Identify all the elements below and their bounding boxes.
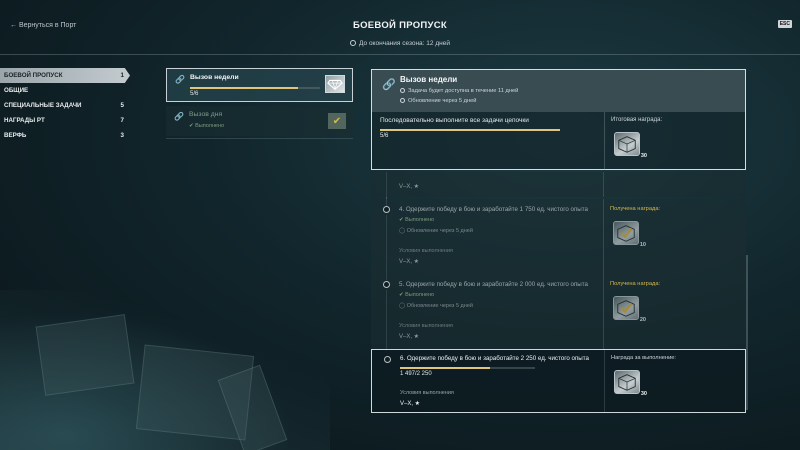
sidebar-item-special-tasks[interactable]: СПЕЦИАЛЬНЫЕ ЗАДАЧИ 5 [0,98,130,113]
reward-qty: 30 [640,391,647,397]
chain-description: Последовательно выполните все задачи цеп… [380,117,529,124]
sidebar: БОЕВОЙ ПРОПУСК 1 ОБЩИЕ СПЕЦИАЛЬНЫЕ ЗАДАЧ… [0,68,130,143]
detail-body: Последовательно выполните все задачи цеп… [372,112,745,170]
season-timer: До окончания сезона: 12 дней [0,40,800,47]
chain-progress-text: 5/6 [380,133,389,139]
daily-challenge-title: Вызов дня [189,111,223,118]
daily-status-text: Выполнено [195,123,225,129]
condition-label: Условия выполнения [399,323,453,329]
task-title: 4. Одержите победу в бою и заработайте 1… [399,206,588,213]
sidebar-item-general[interactable]: ОБЩИЕ [0,83,130,98]
chain-progress-fill [380,129,560,131]
reward-divider [603,199,604,274]
reward-container-icon[interactable]: 30 [614,370,647,397]
condition-value: V–X, ★ [400,401,421,407]
task-list-scrollbar[interactable] [746,255,748,410]
detail-header: 🔗 Вызов недели Задача будет доступна в т… [372,70,745,112]
availability-text: Задача будет доступна в течение 11 дней [408,88,519,94]
final-reward-qty: 30 [640,153,647,159]
task-progress-text: 1 497/2 250 [400,371,432,377]
refresh-info: Обновление через 5 дней [400,98,476,104]
sidebar-item-label: БОЕВОЙ ПРОПУСК [4,72,63,79]
task-partial: V–X, ★ [371,172,746,197]
daily-challenge-status: ✔ Выполнено [189,123,225,129]
task-progress-bar [400,367,535,369]
final-reward-label: Итоговая награда: [611,117,663,123]
reward-container-icon[interactable]: 20 [613,296,646,323]
condition-label: Условия выполнения [399,248,453,254]
refresh-icon [400,98,405,103]
weekly-challenge-title: Вызов недели [190,74,239,81]
chain-progress-bar [380,129,560,131]
page-title: БОЕВОЙ ПРОПУСК [352,20,448,31]
sidebar-item-count: 5 [120,102,124,109]
check-icon: ✔ [328,113,346,129]
task-4[interactable]: 4. Одержите победу в бою и заработайте 1… [371,199,746,274]
clock-icon [400,88,405,93]
diamond-icon [325,75,345,93]
task-status-circle [383,206,390,213]
refresh-text: Обновление через 5 дней [408,98,477,104]
condition-value: V–X, ★ [399,259,420,265]
weekly-challenge-card[interactable]: 🔗 Вызов недели 5/6 [166,68,353,102]
task-refresh: ◯ Обновление через 5 дней [399,228,473,234]
middle-divider [166,138,353,139]
task-refresh: ◯ Обновление через 5 дней [399,303,473,309]
reward-qty: 20 [639,317,646,323]
reward-received-label: Получена награда: [610,206,661,212]
condition-value: V–X, ★ [399,184,420,190]
sidebar-item-count: 7 [120,117,124,124]
sidebar-item-count: 3 [120,132,124,139]
weekly-progress-bar [190,87,320,89]
sidebar-item-rt-rewards[interactable]: НАГРАДЫ РТ 7 [0,113,130,128]
condition-label: Условия выполнения [400,390,454,396]
task-6[interactable]: 6. Одержите победу в бою и заработайте 2… [371,349,746,413]
background-card [35,314,135,396]
reward-divider [604,350,605,412]
daily-challenge-card[interactable]: 🔗 Вызов дня ✔ Выполнено ✔ [166,106,353,136]
season-text: До окончания сезона: 12 дней [359,40,450,47]
header-divider [0,54,800,55]
background-art [0,290,330,450]
link-icon: 🔗 [175,75,185,84]
reward-divider [603,274,604,349]
challenge-detail-panel: 🔗 Вызов недели Задача будет доступна в т… [371,69,746,170]
link-icon: 🔗 [382,79,396,91]
task-status-circle [384,356,391,363]
task-status: ✔ Выполнено [399,217,435,223]
sidebar-item-label: ВЕРФЬ [4,132,27,139]
weekly-progress-fill [190,87,298,89]
task-refresh-text: Обновление через 5 дней [406,303,473,309]
task-status-circle [383,281,390,288]
reward-container-icon[interactable]: 30 [614,132,647,159]
condition-value: V–X, ★ [399,334,420,340]
task-5[interactable]: 5. Одержите победу в бою и заработайте 2… [371,274,746,349]
task-title: 6. Одержите победу в бою и заработайте 2… [400,355,589,362]
reward-divider [604,112,605,170]
sidebar-item-count: 1 [120,72,124,79]
reward-container-icon[interactable]: 10 [613,221,646,248]
reward-divider [603,172,604,197]
sidebar-item-label: НАГРАДЫ РТ [4,117,45,124]
sidebar-item-label: ОБЩИЕ [4,87,29,94]
sidebar-item-shipyard[interactable]: ВЕРФЬ 3 [0,128,130,143]
weekly-progress-text: 5/6 [190,91,199,97]
task-title: 5. Одержите победу в бою и заработайте 2… [399,281,588,288]
clock-icon [350,40,357,46]
availability-info: Задача будет доступна в течение 11 дней [400,88,518,94]
sidebar-item-battle-pass[interactable]: БОЕВОЙ ПРОПУСК 1 [0,68,130,83]
sidebar-item-label: СПЕЦИАЛЬНЫЕ ЗАДАЧИ [4,102,82,109]
reward-qty: 10 [639,242,646,248]
reward-received-label: Получена награда: [610,281,661,287]
esc-close-button[interactable]: ESC [777,20,792,28]
task-progress-fill [400,367,490,369]
link-icon: 🔗 [174,112,184,121]
task-status: ✔ Выполнено [399,292,435,298]
task-refresh-text: Обновление через 5 дней [406,228,473,234]
detail-title: Вызов недели [400,75,458,84]
reward-label: Награда за выполнение: [611,355,676,361]
